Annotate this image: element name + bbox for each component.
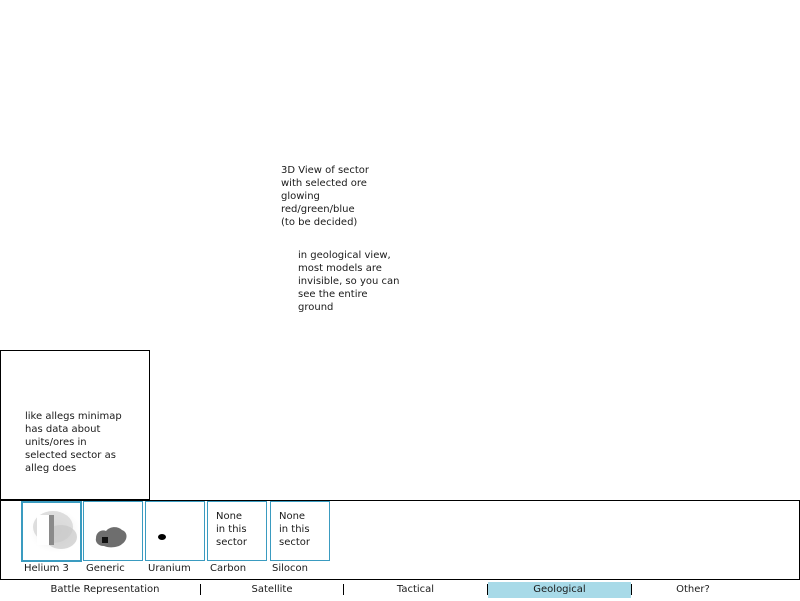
note-line: red/green/blue bbox=[281, 204, 355, 215]
generic-ore-icon bbox=[95, 527, 127, 548]
geological-view-description: in geological view, most models are invi… bbox=[298, 249, 399, 314]
minimap-line: units/ores in bbox=[25, 437, 87, 448]
none-line: sector bbox=[279, 537, 311, 548]
minimap[interactable]: like allegs minimap has data about units… bbox=[0, 350, 150, 500]
ore-silocon-button[interactable]: None in this sector bbox=[270, 501, 330, 561]
none-line: in this bbox=[216, 524, 247, 535]
none-line: None bbox=[279, 511, 306, 522]
ore-label: Uranium bbox=[148, 563, 191, 574]
note-line: invisible, so you can bbox=[298, 276, 400, 287]
note-line: glowing bbox=[281, 191, 320, 202]
tab-tactical[interactable]: Tactical bbox=[344, 582, 487, 598]
note-line: in geological view, bbox=[298, 250, 391, 261]
tab-other[interactable]: Other? bbox=[632, 582, 754, 598]
ore-uranium-button[interactable] bbox=[145, 501, 205, 561]
note-line: with selected ore bbox=[281, 178, 367, 189]
view-3d-description: 3D View of sector with selected ore glow… bbox=[281, 164, 369, 229]
minimap-line: alleg does bbox=[25, 463, 77, 474]
none-line: None bbox=[216, 511, 243, 522]
note-line: 3D View of sector bbox=[281, 165, 369, 176]
tab-battle-representation[interactable]: Battle Representation bbox=[10, 582, 200, 598]
view-mode-tabs: Battle Representation Satellite Tactical… bbox=[0, 579, 800, 601]
note-line: ground bbox=[298, 302, 334, 313]
helium-cloud-icon bbox=[29, 509, 80, 553]
note-line: see the entire bbox=[298, 289, 368, 300]
minimap-line: like allegs minimap bbox=[25, 411, 122, 422]
uranium-ore-icon bbox=[158, 534, 166, 540]
note-line: (to be decided) bbox=[281, 217, 358, 228]
none-line: sector bbox=[216, 537, 248, 548]
tab-geological[interactable]: Geological bbox=[488, 582, 631, 598]
ore-label: Silocon bbox=[272, 563, 308, 574]
tab-satellite[interactable]: Satellite bbox=[201, 582, 343, 598]
ore-carbon-button[interactable]: None in this sector bbox=[207, 501, 267, 561]
minimap-description: like allegs minimap has data about units… bbox=[25, 410, 122, 475]
ore-generic-button[interactable] bbox=[83, 501, 143, 561]
ore-unavailable-text: None in this sector bbox=[279, 510, 310, 549]
ore-unavailable-text: None in this sector bbox=[216, 510, 247, 549]
ore-label: Helium 3 bbox=[24, 563, 69, 574]
none-line: in this bbox=[279, 524, 310, 535]
minimap-line: selected sector as bbox=[25, 450, 116, 461]
ore-label: Generic bbox=[86, 563, 125, 574]
ore-helium-3-button[interactable] bbox=[21, 501, 82, 562]
note-line: most models are bbox=[298, 263, 382, 274]
minimap-line: has data about bbox=[25, 424, 101, 435]
ore-label: Carbon bbox=[210, 563, 247, 574]
